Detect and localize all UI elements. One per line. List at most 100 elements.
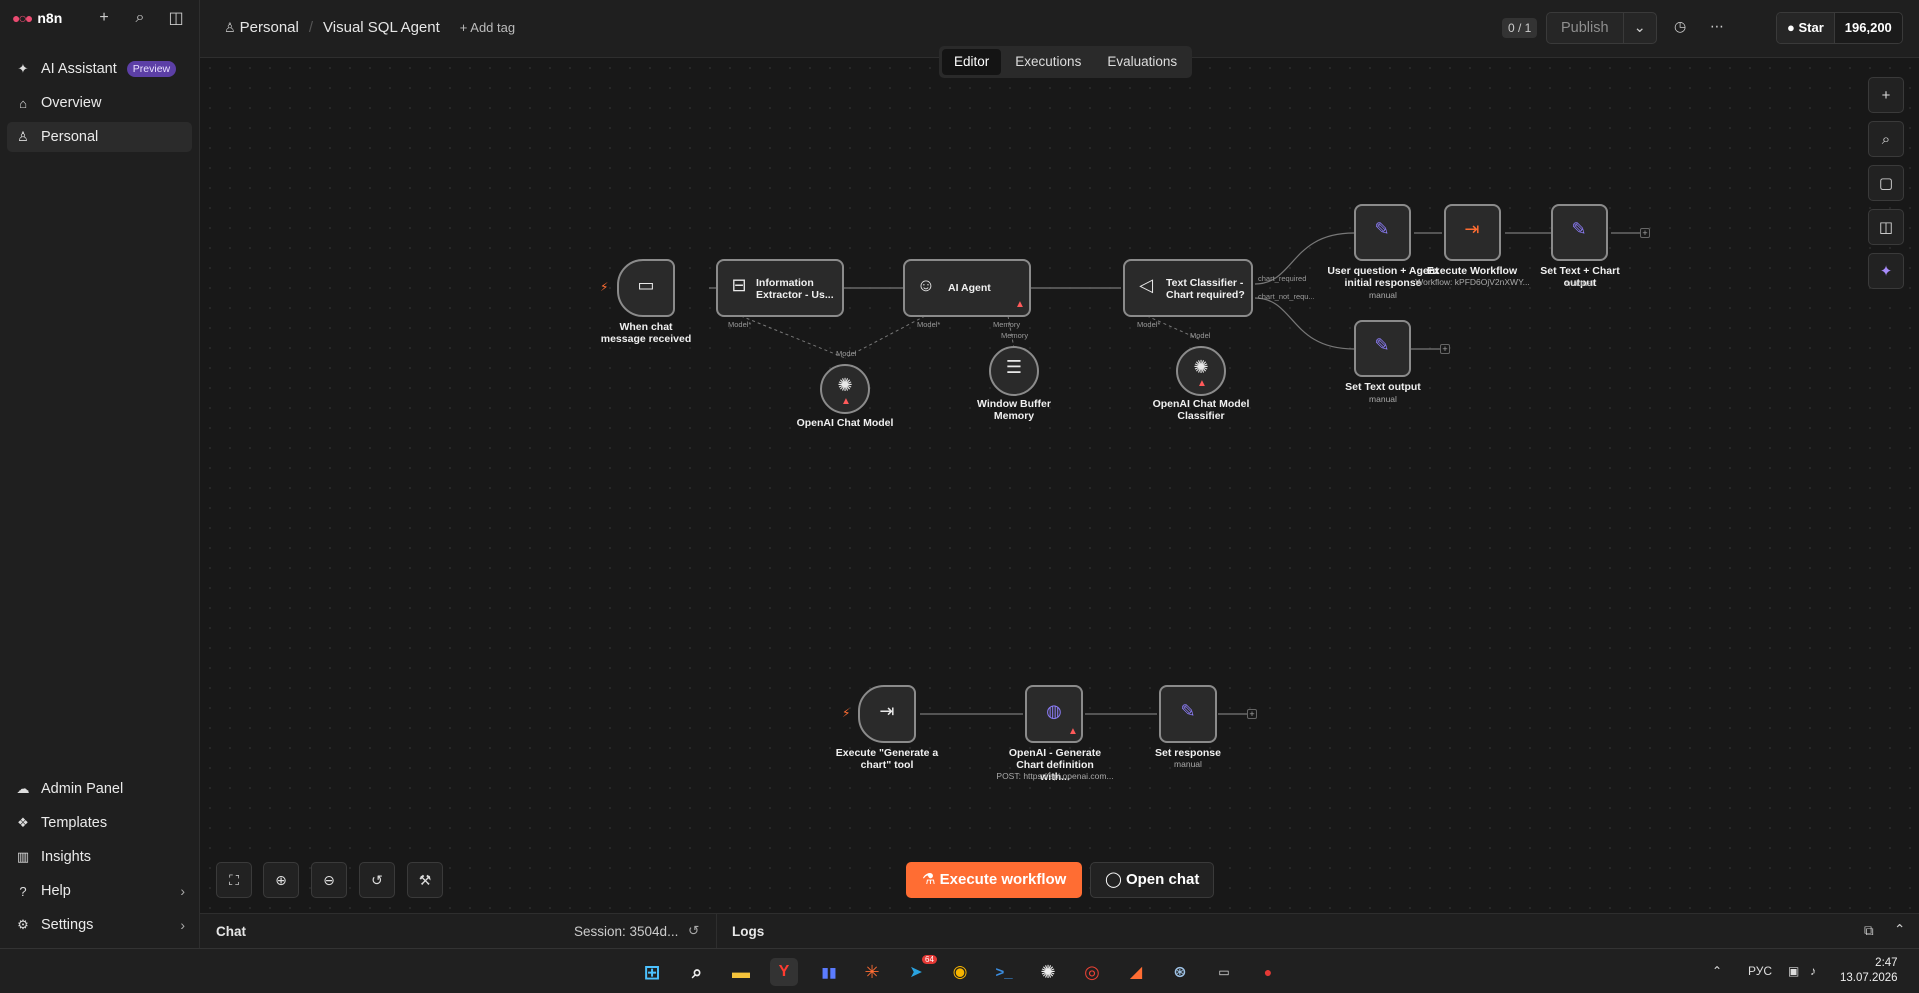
windows-start-icon[interactable]: ⊞ bbox=[638, 958, 666, 986]
chevron-down-icon[interactable]: ⌄ bbox=[1622, 13, 1656, 43]
publish-button[interactable]: Publish bbox=[1547, 13, 1623, 43]
sidebar-item-insights[interactable]: ▥ Insights bbox=[7, 842, 193, 872]
tag-icon: ◁ bbox=[1139, 275, 1153, 295]
node-label: Set Text output bbox=[1345, 381, 1421, 393]
tab-evaluations[interactable]: Evaluations bbox=[1095, 49, 1189, 75]
add-tag-button[interactable]: + Add tag bbox=[460, 20, 515, 35]
chrome-icon[interactable]: ◎ bbox=[1078, 958, 1106, 986]
sidebar-toggle-icon[interactable]: ◫ bbox=[165, 7, 187, 29]
sidebar-item-help[interactable]: ? Help › bbox=[7, 876, 193, 906]
popout-icon[interactable]: ⧉ bbox=[1864, 923, 1874, 939]
add-node-tool-button[interactable]: + bbox=[1868, 77, 1904, 113]
file-explorer-icon[interactable]: ▬ bbox=[727, 958, 755, 986]
bottom-panel: Chat Session: 3504d... ↺ Logs ⧉ ⌃ bbox=[200, 913, 1919, 949]
warning-icon: ▲ bbox=[1015, 299, 1025, 310]
sidebar-item-personal[interactable]: ♙ Personal bbox=[7, 122, 192, 152]
history-icon[interactable]: ◷ bbox=[1674, 18, 1686, 35]
ai-assistant-button[interactable]: ✦ bbox=[1868, 253, 1904, 289]
yandex-browser-icon[interactable]: Y bbox=[770, 958, 798, 986]
search-icon[interactable]: ⌕ bbox=[683, 958, 711, 986]
port-label-model: Model bbox=[1190, 331, 1211, 340]
zoom-out-button[interactable]: ⊖ bbox=[311, 862, 347, 898]
workflow-name[interactable]: Visual SQL Agent bbox=[323, 19, 440, 36]
trigger-bolt-icon: ⚡ bbox=[842, 706, 851, 720]
sticky-note-button[interactable]: ▢ bbox=[1868, 165, 1904, 201]
network-icon[interactable]: ▣ bbox=[1788, 964, 1799, 978]
n8n-logo-icon: ●○● bbox=[12, 10, 33, 26]
tidy-up-button[interactable]: ⚒ bbox=[407, 862, 443, 898]
node-subtitle: manual bbox=[1174, 759, 1202, 769]
flying-app-icon[interactable]: ◢ bbox=[1122, 958, 1150, 986]
logs-panel-title[interactable]: Logs bbox=[732, 924, 764, 939]
plus-icon[interactable]: + bbox=[93, 7, 115, 29]
panel-divider bbox=[716, 914, 717, 949]
tab-editor[interactable]: Editor bbox=[942, 49, 1002, 75]
chatgpt-icon[interactable]: ✺ bbox=[1034, 958, 1062, 986]
version-counter: 0 / 1 bbox=[1502, 18, 1538, 38]
open-chat-button[interactable]: ◯ Open chat bbox=[1090, 862, 1215, 898]
chart-icon: ▥ bbox=[16, 849, 30, 864]
tab-executions[interactable]: Executions bbox=[1003, 49, 1093, 75]
sidebar-item-overview[interactable]: ⌂ Overview bbox=[7, 88, 192, 118]
sidebar-item-label: Personal bbox=[41, 129, 99, 145]
github-star-widget[interactable]: ● Star 196,200 bbox=[1776, 12, 1903, 44]
volume-icon[interactable]: ♪ bbox=[1810, 964, 1816, 978]
cloud-icon: ☁ bbox=[16, 781, 30, 796]
workflow-canvas[interactable]: ⚡ ▭ When chat message received ⊟ Informa… bbox=[200, 58, 1919, 913]
more-icon[interactable]: ⋯ bbox=[1710, 18, 1724, 35]
sidebar-item-admin-panel[interactable]: ☁ Admin Panel bbox=[7, 774, 193, 804]
add-node-button[interactable]: + bbox=[1640, 228, 1650, 238]
port-label-model: Model* bbox=[728, 320, 752, 329]
toggle-panel-button[interactable]: ◫ bbox=[1868, 209, 1904, 245]
extractor-icon: ⊟ bbox=[731, 275, 747, 295]
connection bbox=[1254, 297, 1355, 350]
powershell-icon[interactable]: >_ bbox=[990, 958, 1018, 986]
chevron-up-icon[interactable]: ⌃ bbox=[1894, 922, 1905, 938]
terminal-icon[interactable]: ▭ bbox=[1210, 958, 1238, 986]
analytics-app-icon[interactable]: ▮▮ bbox=[815, 958, 843, 986]
edit-icon: ✎ bbox=[1571, 219, 1587, 239]
node-label: Window Buffer Memory bbox=[977, 398, 1051, 422]
tray-chevron-up-icon[interactable]: ⌃ bbox=[1712, 964, 1722, 978]
language-indicator[interactable]: РУС bbox=[1748, 964, 1772, 978]
zoom-in-icon: ⊕ bbox=[275, 871, 287, 888]
steam-icon[interactable]: ⊛ bbox=[1166, 958, 1194, 986]
sidebar-item-settings[interactable]: ⚙ Settings › bbox=[7, 910, 193, 940]
add-node-button[interactable]: + bbox=[1440, 344, 1450, 354]
chat-panel-title[interactable]: Chat bbox=[216, 924, 246, 939]
brand-logo[interactable]: ●○● n8n bbox=[12, 10, 79, 26]
taskbar-clock[interactable]: 2:47 13.07.2026 bbox=[1840, 956, 1898, 986]
github-star-label: Star bbox=[1798, 20, 1824, 35]
fit-view-button[interactable]: ⛶ bbox=[216, 862, 252, 898]
zoom-out-icon: ⊖ bbox=[323, 871, 335, 888]
search-nodes-button[interactable]: ⌕ bbox=[1868, 121, 1904, 157]
home-icon: ⌂ bbox=[19, 95, 27, 111]
record-icon[interactable]: ● bbox=[1254, 958, 1282, 986]
node-subtitle: POST: https://api.openai.com... bbox=[996, 771, 1114, 781]
zoom-in-button[interactable]: ⊕ bbox=[263, 862, 299, 898]
sidebar-bottom: ☁ Admin Panel ❖ Templates ▥ Insights ? H… bbox=[0, 770, 200, 948]
edit-icon: ✎ bbox=[1180, 701, 1196, 721]
sidebar-item-templates[interactable]: ❖ Templates bbox=[7, 808, 193, 838]
music-app-icon[interactable]: ◉ bbox=[946, 958, 974, 986]
reset-session-icon[interactable]: ↺ bbox=[688, 923, 699, 939]
sidebar-item-label: Help bbox=[41, 883, 71, 899]
undo-button[interactable]: ↺ bbox=[359, 862, 395, 898]
execute-workflow-button[interactable]: ⚗ Execute workflow bbox=[906, 862, 1083, 898]
view-tabs: Editor Executions Evaluations bbox=[939, 46, 1193, 78]
node-label: OpenAI Chat Model bbox=[796, 417, 894, 429]
github-star-button[interactable]: ● Star bbox=[1777, 13, 1834, 43]
user-icon: ♙ bbox=[17, 129, 29, 144]
claude-icon[interactable]: ✳ bbox=[858, 958, 886, 986]
user-icon: ♙ bbox=[224, 19, 236, 35]
sidebar-item-ai-assistant[interactable]: ✦ AI Assistant Preview bbox=[7, 54, 192, 84]
search-icon[interactable]: ⌕ bbox=[129, 7, 151, 29]
clock-time: 2:47 bbox=[1875, 957, 1898, 969]
add-node-button[interactable]: + bbox=[1247, 709, 1257, 719]
project-link[interactable]: Personal bbox=[240, 19, 299, 36]
sidebar: ●○● n8n + ⌕ ◫ ✦ AI Assistant Preview ⌂ O… bbox=[0, 0, 200, 948]
sidebar-item-label: AI Assistant bbox=[41, 61, 117, 77]
help-icon: ? bbox=[19, 883, 27, 899]
gear-icon: ⚙ bbox=[17, 917, 29, 932]
breadcrumb: ♙ Personal / Visual SQL Agent + Add tag bbox=[224, 19, 515, 36]
